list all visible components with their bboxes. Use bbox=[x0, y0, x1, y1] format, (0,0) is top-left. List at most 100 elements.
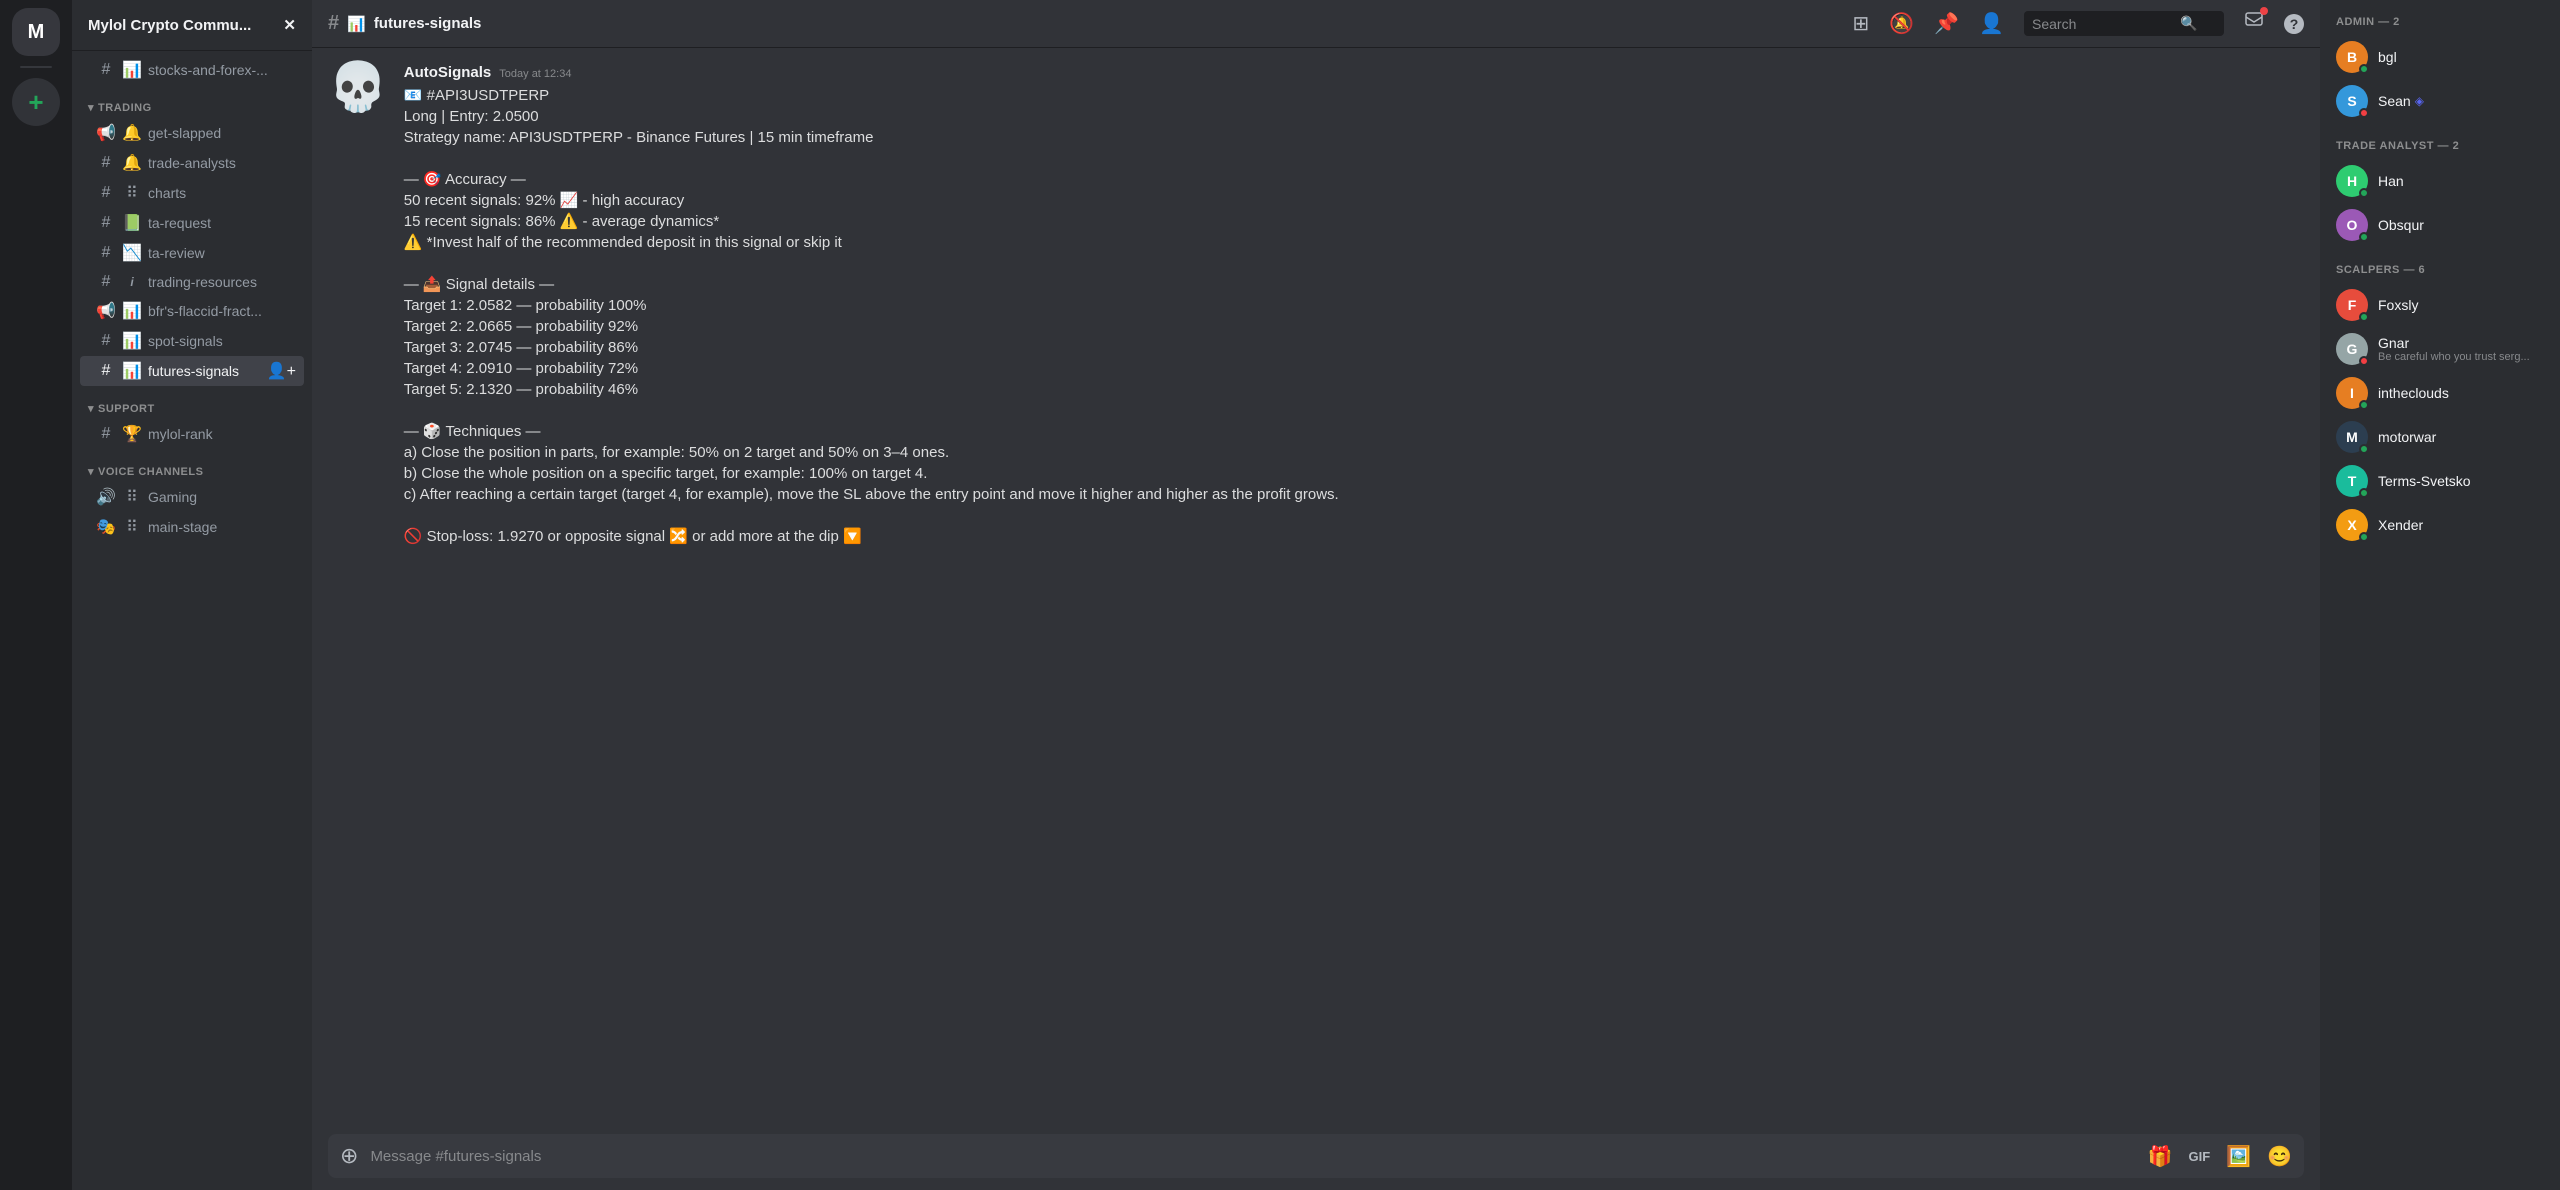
member-avatar-gnar: G bbox=[2336, 333, 2368, 365]
status-dot-online bbox=[2359, 188, 2369, 198]
chart-emoji: 📊 bbox=[122, 301, 142, 321]
channel-label: trading-resources bbox=[148, 274, 257, 290]
search-input[interactable] bbox=[2032, 16, 2172, 32]
member-info-gnar: Gnar Be careful who you trust serg... bbox=[2378, 335, 2544, 363]
member-motorwar[interactable]: M motorwar bbox=[2328, 416, 2552, 458]
member-name-han: Han bbox=[2378, 173, 2544, 189]
hash-icon: # bbox=[96, 61, 116, 79]
channel-label: bfr's-flaccid-fract... bbox=[148, 303, 262, 319]
plus-icon[interactable]: ⊕ bbox=[340, 1143, 358, 1169]
member-info-xender: Xender bbox=[2378, 517, 2544, 533]
skull-avatar: 💀 bbox=[328, 64, 388, 112]
channel-label: charts bbox=[148, 185, 186, 201]
hash-icon: # bbox=[96, 154, 116, 172]
add-member-icon[interactable]: 👤+ bbox=[267, 361, 296, 381]
grid-icon: ⠿ bbox=[122, 487, 142, 507]
chart-emoji: 📊 bbox=[122, 331, 142, 351]
speaker-icon: 📢 bbox=[96, 123, 116, 143]
message-time: Today at 12:34 bbox=[499, 68, 571, 80]
sticker-icon[interactable]: 🖼️ bbox=[2226, 1144, 2251, 1169]
member-name-obsqur: Obsqur bbox=[2378, 217, 2544, 233]
member-obsqur[interactable]: O Obsqur bbox=[2328, 204, 2552, 246]
members-icon[interactable]: 👤 bbox=[1979, 11, 2004, 36]
member-foxsly[interactable]: F Foxsly bbox=[2328, 284, 2552, 326]
gift-icon[interactable]: 🎁 bbox=[2148, 1144, 2173, 1169]
server-header[interactable]: Mylol Crypto Commu... ✕ bbox=[72, 0, 312, 51]
hash-icon: # bbox=[96, 244, 116, 262]
channel-item-trading-resources[interactable]: # i trading-resources bbox=[80, 268, 304, 296]
server-icon[interactable]: M bbox=[12, 8, 60, 56]
member-info-obsqur: Obsqur bbox=[2378, 217, 2544, 233]
member-name-xender: Xender bbox=[2378, 517, 2544, 533]
channel-item-trade-analysts[interactable]: # 🔔 trade-analysts bbox=[80, 148, 304, 178]
member-terms-svetsko[interactable]: T Terms-Svetsko bbox=[2328, 460, 2552, 502]
member-han[interactable]: H Han bbox=[2328, 160, 2552, 202]
member-name-bgl: bgl bbox=[2378, 49, 2544, 65]
member-avatar-han: H bbox=[2336, 165, 2368, 197]
message-header: AutoSignals Today at 12:34 bbox=[404, 64, 2304, 81]
scalpers-section-title: SCALPERS — 6 bbox=[2328, 264, 2552, 276]
channel-item-spot-signals[interactable]: # 📊 spot-signals bbox=[80, 326, 304, 356]
category-support: ▾ SUPPORT bbox=[72, 386, 312, 419]
member-avatar-intheclouds: I bbox=[2336, 377, 2368, 409]
bell-mute-icon[interactable]: 🔕 bbox=[1889, 11, 1914, 36]
channel-item-bfr[interactable]: 📢 📊 bfr's-flaccid-fract... bbox=[80, 296, 304, 326]
channel-label: ta-request bbox=[148, 215, 211, 231]
channel-label: ta-review bbox=[148, 245, 205, 261]
channel-label: stocks-and-forex-... bbox=[148, 62, 268, 78]
member-info-intheclouds: intheclouds bbox=[2378, 385, 2544, 401]
member-name-sean: Sean ◈ bbox=[2378, 93, 2544, 109]
trophy-emoji: 🏆 bbox=[122, 424, 142, 444]
speaker-icon: 📢 bbox=[96, 301, 116, 321]
hashtag-icon[interactable]: ⊞ bbox=[1853, 11, 1870, 36]
channel-item-stocks[interactable]: # 📊 stocks-and-forex-... bbox=[80, 55, 304, 85]
channel-item-get-slapped[interactable]: 📢 🔔 get-slapped bbox=[80, 118, 304, 148]
trade-analyst-section-title: TRADE ANALYST — 2 bbox=[2328, 140, 2552, 152]
message-author: AutoSignals bbox=[404, 64, 492, 81]
message-group: 💀 AutoSignals Today at 12:34 📧 #API3USDT… bbox=[328, 64, 2304, 547]
verified-badge: ◈ bbox=[2415, 94, 2424, 108]
status-dot-online bbox=[2359, 232, 2369, 242]
hash-icon: # bbox=[96, 332, 116, 350]
member-avatar-bgl: B bbox=[2336, 41, 2368, 73]
member-xender[interactable]: X Xender bbox=[2328, 504, 2552, 546]
hash-icon: # bbox=[328, 12, 339, 35]
member-gnar[interactable]: G Gnar Be careful who you trust serg... bbox=[2328, 328, 2552, 370]
member-info-han: Han bbox=[2378, 173, 2544, 189]
pin-icon[interactable]: 📌 bbox=[1934, 11, 1959, 36]
channel-item-ta-request[interactable]: # 📗 ta-request bbox=[80, 208, 304, 238]
member-avatar-xender: X bbox=[2336, 509, 2368, 541]
member-name-terms-svetsko: Terms-Svetsko bbox=[2378, 473, 2544, 489]
inbox-icon[interactable] bbox=[2244, 11, 2264, 37]
main-content: # 📊 futures-signals ⊞ 🔕 📌 👤 🔍 ? bbox=[312, 0, 2320, 1190]
channel-item-charts[interactable]: # ⠿ charts bbox=[80, 178, 304, 208]
message-input-box[interactable]: ⊕ 🎁 GIF 🖼️ 😊 bbox=[328, 1134, 2304, 1178]
member-info-motorwar: motorwar bbox=[2378, 429, 2544, 445]
hash-icon: # bbox=[96, 425, 116, 443]
member-avatar-motorwar: M bbox=[2336, 421, 2368, 453]
member-avatar-foxsly: F bbox=[2336, 289, 2368, 321]
member-intheclouds[interactable]: I intheclouds bbox=[2328, 372, 2552, 414]
channel-item-main-stage[interactable]: 🎭 ⠿ main-stage bbox=[80, 512, 304, 542]
hash-icon: # bbox=[96, 362, 116, 380]
channel-item-futures-signals[interactable]: # 📊 futures-signals 👤+ bbox=[80, 356, 304, 386]
member-info-bgl: bgl bbox=[2378, 49, 2544, 65]
help-icon[interactable]: ? bbox=[2284, 14, 2304, 34]
search-bar[interactable]: 🔍 bbox=[2024, 11, 2224, 36]
member-avatar-obsqur: O bbox=[2336, 209, 2368, 241]
channel-item-ta-review[interactable]: # 📉 ta-review bbox=[80, 238, 304, 268]
add-server-button[interactable]: + bbox=[12, 78, 60, 126]
gif-icon[interactable]: GIF bbox=[2189, 1149, 2211, 1164]
status-dot-dnd bbox=[2359, 108, 2369, 118]
message-input[interactable] bbox=[370, 1148, 2147, 1165]
status-dot-online bbox=[2359, 488, 2369, 498]
member-bgl[interactable]: B bgl bbox=[2328, 36, 2552, 78]
channel-item-gaming[interactable]: 🔊 ⠿ Gaming bbox=[80, 482, 304, 512]
channel-emoji: 📊 bbox=[347, 15, 366, 33]
chevron-icon: ▾ bbox=[88, 465, 94, 478]
emoji-icon[interactable]: 😊 bbox=[2267, 1144, 2292, 1169]
status-dot-online bbox=[2359, 444, 2369, 454]
channel-item-mylol-rank[interactable]: # 🏆 mylol-rank bbox=[80, 419, 304, 449]
chevron-icon: ▾ bbox=[88, 101, 94, 114]
member-sean[interactable]: S Sean ◈ bbox=[2328, 80, 2552, 122]
